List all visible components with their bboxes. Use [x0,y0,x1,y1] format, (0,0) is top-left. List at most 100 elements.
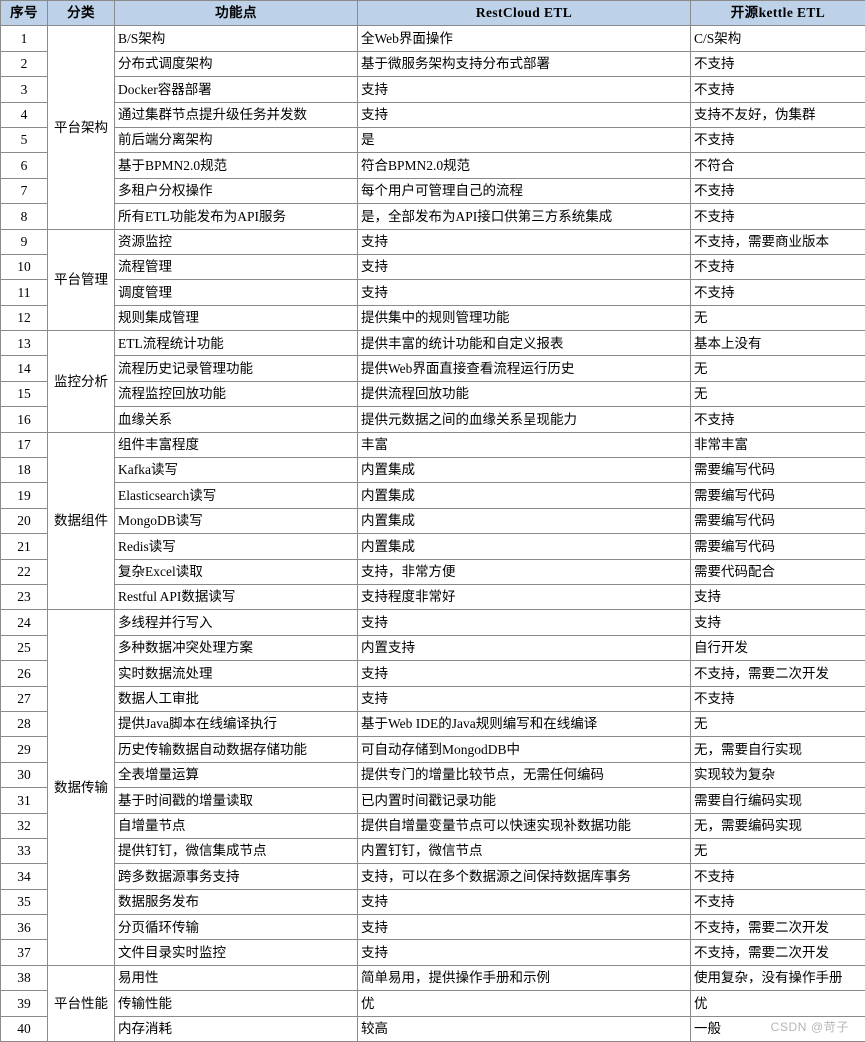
cell-kettle: 不符合 [690,152,865,179]
cell-index: 13 [0,330,48,357]
cell-kettle: 需要编写代码 [690,507,865,535]
cell-restcloud: 支持 [357,888,691,916]
cell-restcloud: 支持程度非常好 [357,583,691,611]
cell-kettle: 不支持 [690,126,865,154]
table-row: 1 平台架构 B/S架构 全Web界面操作 C/S架构 [0,25,865,230]
table-body: 1 平台架构 B/S架构 全Web界面操作 C/S架构 2 分布式调度架构 基于微服务架构支持… [0,25,865,1042]
cell-restcloud: 提供集中的规则管理功能 [357,304,691,332]
cell-restcloud: 支持 [357,279,691,306]
table-row: 15 流程监控回放功能 提供流程回放功能无 [0,380,865,408]
cell-restcloud: 支持，可以在多个数据源之间保持数据库事务 [357,863,691,890]
cell-feature: 流程监控回放功能 [114,380,358,408]
column-header-restcloud: RestCloud ETL [357,0,691,27]
table-row: 16 血缘关系 提供元数据之间的血缘关系呈现能力 不支持 [0,406,865,433]
table-row: 7 多租户分权操作 每个用户可管理自己的流程 不支持 [0,177,865,205]
cell-feature: 通过集群节点提升级任务并发数 [114,101,358,128]
cell-feature: 前后端分离架构 [114,126,358,154]
cell-restcloud: 内置集成 [357,457,691,484]
cell-kettle: 不支持 [690,888,865,916]
cell-index: 30 [0,761,48,789]
cell-kettle: 不支持 [690,863,865,890]
cell-restcloud: 优 [357,990,691,1017]
cell-restcloud: 基于Web IDE的Java规则编写和在线编译 [357,710,691,738]
cell-restcloud: 每个用户可管理自己的流程 [357,177,691,205]
cell-feature: Docker容器部署 [114,76,358,103]
table-header: 序号 分类 功能点 RestCloud ETL 开源kettle ETL [0,0,865,27]
column-header-category: 分类 [47,0,115,27]
table-row: 14 流程历史记录管理功能 提供Web界面直接查看流程运行历史无 [0,355,865,382]
cell-restcloud: 较高 [357,1015,691,1042]
cell-index: 21 [0,533,48,560]
cell-index: 15 [0,380,48,408]
cell-category: 监控分析 [47,330,115,433]
table-row: 35 数据服务发布 支持 不支持 [0,888,865,916]
table-row: 6 基于BPMN2.0规范 符合BPMN2.0规范 不符合 [0,152,865,179]
cell-restcloud: 可自动存储到MongodDB中 [357,736,691,763]
cell-feature: 全表增量运算 [114,761,358,789]
table-row: 3 Docker容器部署 支持 不支持 [0,76,865,103]
cell-feature: 跨多数据源事务支持 [114,863,358,890]
cell-kettle: 优 [690,990,865,1017]
cell-feature: 历史传输数据自动数据存储功能 [114,736,358,763]
cell-kettle: 基本上没有 [690,330,865,357]
table-row: 22 复杂Excel读取 支持，非常方便 需要代码配合 [0,558,865,585]
cell-index: 12 [0,304,48,332]
cell-restcloud: 已内置时间戳记录功能 [357,787,691,814]
cell-feature: 传输性能 [114,990,358,1017]
cell-kettle: 支持不友好，伪集群 [690,101,865,128]
cell-restcloud: 内置集成 [357,533,691,560]
cell-restcloud: 提供自增量变量节点可以快速实现补数据功能 [357,812,691,839]
cell-kettle: 需要编写代码 [690,457,865,484]
cell-kettle: 非常丰富 [690,431,865,459]
cell-restcloud: 内置集成 [357,507,691,535]
cell-feature: 多租户分权操作 [114,177,358,205]
cell-feature: 调度管理 [114,279,358,306]
cell-feature: MongoDB读写 [114,507,358,535]
cell-feature: ETL流程统计功能 [114,330,358,357]
cell-restcloud: 提供专门的增量比较节点，无需任何编码 [357,761,691,789]
cell-kettle: 无 [690,355,865,382]
table-row: 32 自增量节点 提供自增量变量节点可以快速实现补数据功能 无，需要编码实现 [0,812,865,839]
cell-kettle: 支持 [690,609,865,636]
cell-category: 数据组件 [47,431,115,611]
cell-kettle: 自行开发 [690,634,865,662]
cell-feature: Redis读写 [114,533,358,560]
cell-index: 4 [0,101,48,128]
table-row: 8 所有ETL功能发布为API服务 是，全部发布为API接口供第三方系统集成 不支持 [0,203,865,230]
cell-feature: 数据服务发布 [114,888,358,916]
table-row: 20 MongoDB读写 内置集成 需要编写代码 [0,507,865,535]
cell-category: 平台管理 [47,228,115,332]
cell-index: 3 [0,76,48,103]
cell-feature: 血缘关系 [114,406,358,433]
table-row: 13 监控分析 ETL流程统计功能 提供丰富的统计功能和自定义报表 基本上没有 [0,330,865,433]
cell-restcloud: 支持 [357,914,691,941]
cell-kettle: 无 [690,710,865,738]
cell-kettle: 需要编写代码 [690,482,865,509]
cell-restcloud: 支持 [357,101,691,128]
cell-index: 11 [0,279,48,306]
cell-feature: 基于时间戳的增量读取 [114,787,358,814]
cell-restcloud: 支持 [357,228,691,255]
cell-kettle: 无 [690,304,865,332]
column-header-feature: 功能点 [114,0,358,27]
cell-kettle: C/S架构 [690,25,865,52]
cell-index: 9 [0,228,48,255]
cell-kettle: 一般 [690,1015,865,1042]
cell-feature: 分布式调度架构 [114,50,358,78]
cell-restcloud: 丰富 [357,431,691,459]
table-row: 27 数据人工审批 支持 不支持 [0,685,865,712]
cell-feature: 组件丰富程度 [114,431,358,459]
cell-feature: 基于BPMN2.0规范 [114,152,358,179]
cell-kettle: 无，需要自行实现 [690,736,865,763]
table-row: 11 调度管理 支持 不支持 [0,279,865,306]
cell-restcloud: 提供丰富的统计功能和自定义报表 [357,330,691,357]
table-row: 37 文件目录实时监控 支持 不支持，需要二次开发 [0,939,865,966]
cell-index: 33 [0,837,48,865]
cell-kettle: 无 [690,380,865,408]
cell-index: 38 [0,964,48,992]
cell-feature: Kafka读写 [114,457,358,484]
cell-kettle: 使用复杂，没有操作手册 [690,964,865,992]
cell-feature: 多种数据冲突处理方案 [114,634,358,662]
cell-restcloud: 支持 [357,939,691,966]
cell-index: 37 [0,939,48,966]
